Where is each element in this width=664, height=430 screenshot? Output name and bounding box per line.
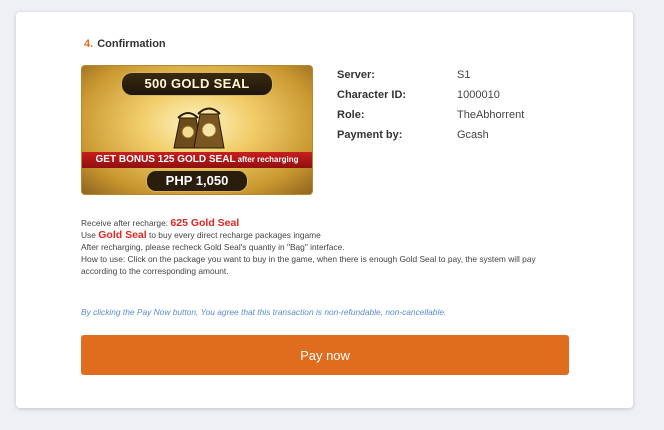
role-value: TheAbhorrent (457, 109, 525, 121)
step-heading: 4. Confirmation (84, 38, 166, 50)
order-info-table: Server: S1 Character ID: 1000010 Role: T… (337, 65, 524, 145)
bonus-suffix: after recharging (237, 155, 299, 164)
how-to-use-line: How to use: Click on the package you wan… (81, 254, 536, 276)
bonus-ribbon: GET BONUS 125 GOLD SEAL after recharging (82, 152, 312, 168)
pay-now-button[interactable]: Pay now (81, 335, 569, 375)
banner-title: 500 GOLD SEAL (121, 72, 273, 96)
bonus-text: GET BONUS 125 GOLD SEAL (95, 154, 236, 165)
use-prefix: Use (81, 230, 96, 240)
step-title: Confirmation (97, 38, 166, 50)
use-line: Use Gold Seal to buy every direct rechar… (81, 229, 571, 241)
server-value: S1 (457, 69, 471, 81)
recharge-notes: Receive after recharge: 625 Gold Seal Us… (81, 217, 571, 277)
server-label: Server: (337, 69, 375, 81)
non-refundable-disclaimer: By clicking the Pay Now button, You agre… (81, 307, 447, 317)
gold-seal-bags-icon (173, 107, 225, 149)
character-id-label: Character ID: (337, 89, 407, 101)
character-id-value: 1000010 (457, 89, 500, 101)
package-banner-image: 500 GOLD SEAL GET BONUS 125 GOLD SEAL aft… (81, 65, 313, 195)
receive-amount: 625 Gold Seal (170, 217, 240, 229)
recheck-line: After recharging, please recheck Gold Se… (81, 242, 345, 252)
package-price: PHP 1,050 (146, 170, 248, 192)
role-label: Role: (337, 109, 365, 121)
use-suffix: to buy every direct recharge packages in… (149, 230, 321, 240)
info-row-character-id: Character ID: 1000010 (337, 85, 524, 105)
info-row-payment: Payment by: Gcash (337, 125, 524, 145)
info-row-role: Role: TheAbhorrent (337, 105, 524, 125)
receive-prefix: Receive after recharge: (81, 218, 169, 228)
receive-line: Receive after recharge: 625 Gold Seal (81, 217, 571, 229)
step-number: 4. (84, 38, 94, 50)
payment-value: Gcash (457, 129, 489, 141)
payment-label: Payment by: (337, 129, 403, 141)
use-highlight: Gold Seal (98, 229, 147, 241)
info-row-server: Server: S1 (337, 65, 524, 85)
